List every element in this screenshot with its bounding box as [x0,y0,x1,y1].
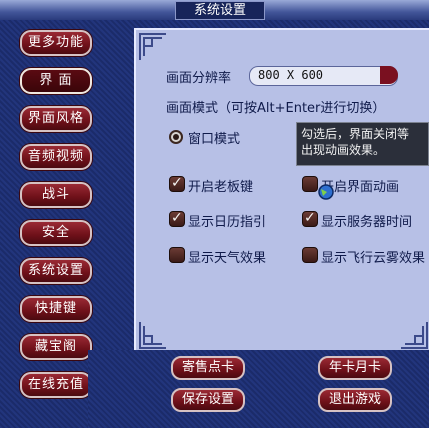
corner-ornament-bottom-right [399,320,429,350]
window-mode-radio[interactable] [169,130,183,144]
display-mode-label: 画面模式（可按Alt+Enter进行切换） [166,101,386,116]
save-settings-button[interactable]: 保存设置 [171,388,245,412]
sidebar-item-interface[interactable]: 界 面 [20,68,92,94]
sidebar-item-audio-video[interactable]: 音频视频 [20,144,92,170]
corner-ornament-top-left [138,32,168,62]
sidebar-item-treasure-pavilion[interactable]: 藏宝阁 [20,334,92,360]
sidebar-item-more-features[interactable]: 更多功能 [20,30,92,56]
title-bar: 系统设置 [0,0,429,21]
window-mode-label: 窗口模式 [188,132,241,147]
exit-game-button[interactable]: 退出游戏 [318,388,392,412]
boss-key-checkbox[interactable]: ✓ [169,175,185,192]
calendar-guide-checkbox[interactable]: ✓ [169,210,185,227]
dropdown-arrow-icon[interactable] [380,66,398,84]
mouse-cursor-icon [317,183,335,201]
tooltip: 勾选后，界面关闭等 出现动画效果。 [296,122,429,166]
weather-effect-checkbox[interactable] [169,247,185,263]
resolution-label: 画面分辨率 [166,71,232,86]
year-month-card-button[interactable]: 年卡月卡 [318,356,392,380]
sidebar-item-security[interactable]: 安全 [20,220,92,246]
server-time-checkbox[interactable]: ✓ [302,210,318,227]
calendar-guide-label: 显示日历指引 [188,215,267,230]
interface-animation-checkbox[interactable] [302,176,318,192]
server-time-label: 显示服务器时间 [321,215,413,230]
sidebar-item-online-recharge[interactable]: 在线充值 [20,372,92,398]
cloud-fog-effect-checkbox[interactable] [302,247,318,263]
sidebar-item-system-settings[interactable]: 系统设置 [20,258,92,284]
resolution-value: 800 X 600 [258,68,324,82]
settings-window: 系统设置 更多功能 界 面 界面风格 音频视频 战斗 安全 系统设置 快捷键 藏… [0,0,429,428]
resolution-dropdown[interactable]: 800 X 600 [249,66,398,86]
sidebar-item-hotkeys[interactable]: 快捷键 [20,296,92,322]
tooltip-line-2: 出现动画效果。 [301,143,386,157]
sidebar-item-combat[interactable]: 战斗 [20,182,92,208]
sell-points-card-button[interactable]: 寄售点卡 [171,356,245,380]
cloud-fog-effect-label: 显示飞行云雾效果 [321,251,426,266]
corner-ornament-bottom-left [138,320,168,350]
sidebar-item-interface-style[interactable]: 界面风格 [20,106,92,132]
tooltip-line-1: 勾选后，界面关闭等 [301,127,410,141]
window-title: 系统设置 [175,1,265,20]
weather-effect-label: 显示天气效果 [188,251,267,266]
boss-key-label: 开启老板键 [188,180,254,195]
